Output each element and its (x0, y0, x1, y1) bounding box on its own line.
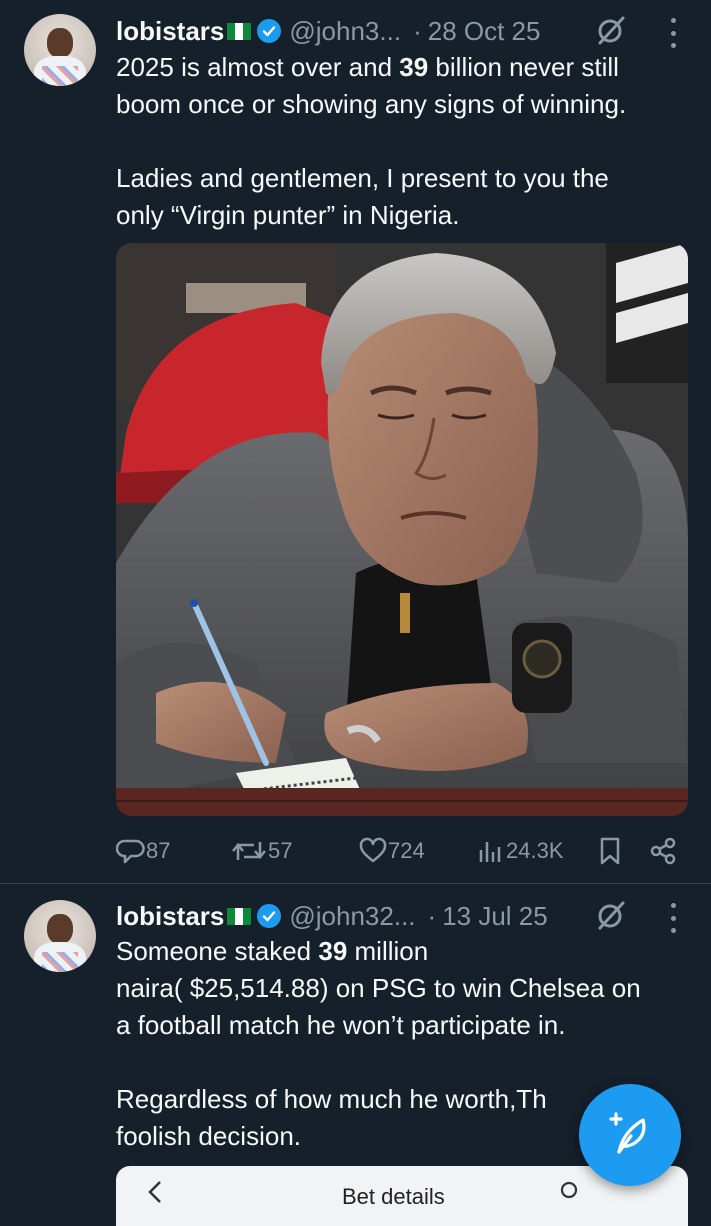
bookmark-icon (600, 837, 620, 865)
tweet-line: only “Virgin punter” in Nigeria. (116, 200, 460, 230)
verified-badge-icon[interactable] (257, 19, 282, 43)
compose-button[interactable] (579, 1084, 681, 1186)
author-name[interactable]: lobistars (116, 16, 224, 47)
tweet-1[interactable]: lobistars @john3... · 28 Oct 25 2025 is … (0, 0, 711, 884)
tweet-text: 2025 is almost over and 39 billion never… (116, 49, 696, 234)
tweet-actions: 87 57 724 24.3K (116, 833, 686, 869)
author-handle[interactable]: @john32... (289, 901, 415, 932)
author-name[interactable]: lobistars (116, 901, 224, 932)
more-options-icon[interactable] (668, 903, 678, 933)
tweet-date[interactable]: 28 Oct 25 (428, 16, 541, 47)
separator-dot: · (427, 900, 437, 931)
repost-count: 57 (268, 838, 293, 863)
tweet-date[interactable]: 13 Jul 25 (442, 901, 548, 932)
views-count: 24.3K (506, 838, 564, 863)
tweet-line: boom once or showing any signs of winnin… (116, 89, 627, 119)
card-title: Bet details (342, 1184, 445, 1209)
share-icon (650, 837, 676, 865)
reply-count: 87 (146, 838, 171, 863)
tweet-photo[interactable] (116, 243, 688, 816)
reply-button[interactable]: 87 (116, 833, 170, 869)
user-icon (560, 1181, 578, 1199)
nigeria-flag-icon (227, 22, 252, 40)
like-button[interactable]: 724 (358, 833, 425, 869)
heart-icon (359, 837, 387, 863)
reply-icon (116, 839, 145, 864)
tweet-header: lobistars @john3... · 28 Oct 25 (116, 13, 540, 49)
separator-dot: · (413, 15, 422, 46)
grok-icon[interactable] (595, 899, 627, 931)
verified-badge-icon[interactable] (257, 904, 282, 928)
nigeria-flag-icon (227, 907, 252, 925)
tweet-line: a football match he won’t participate in… (116, 1010, 566, 1040)
more-options-icon[interactable] (668, 18, 678, 48)
compose-feather-icon (609, 1112, 646, 1154)
back-arrow-icon (148, 1181, 161, 1203)
avatar[interactable] (24, 14, 96, 86)
repost-icon (232, 842, 266, 860)
bookmark-button[interactable] (596, 833, 624, 869)
tweet-line: Ladies and gentlemen, I present to you t… (116, 163, 609, 193)
repost-button[interactable]: 57 (230, 833, 292, 869)
views-icon (479, 842, 501, 862)
like-count: 724 (388, 838, 425, 863)
tweet-line: Someone staked 39 million (116, 936, 429, 966)
share-button[interactable] (648, 833, 678, 869)
views-button[interactable]: 24.3K (476, 833, 564, 869)
tweet-line: 2025 is almost over and 39 billion never… (116, 52, 619, 82)
grok-icon[interactable] (595, 14, 627, 46)
tweet-header: lobistars @john32... · 13 Jul 25 (116, 898, 548, 934)
avatar[interactable] (24, 900, 96, 972)
tweet-line: naira( $25,514.88) on PSG to win Chelsea… (116, 973, 641, 1003)
author-handle[interactable]: @john3... (289, 16, 401, 47)
